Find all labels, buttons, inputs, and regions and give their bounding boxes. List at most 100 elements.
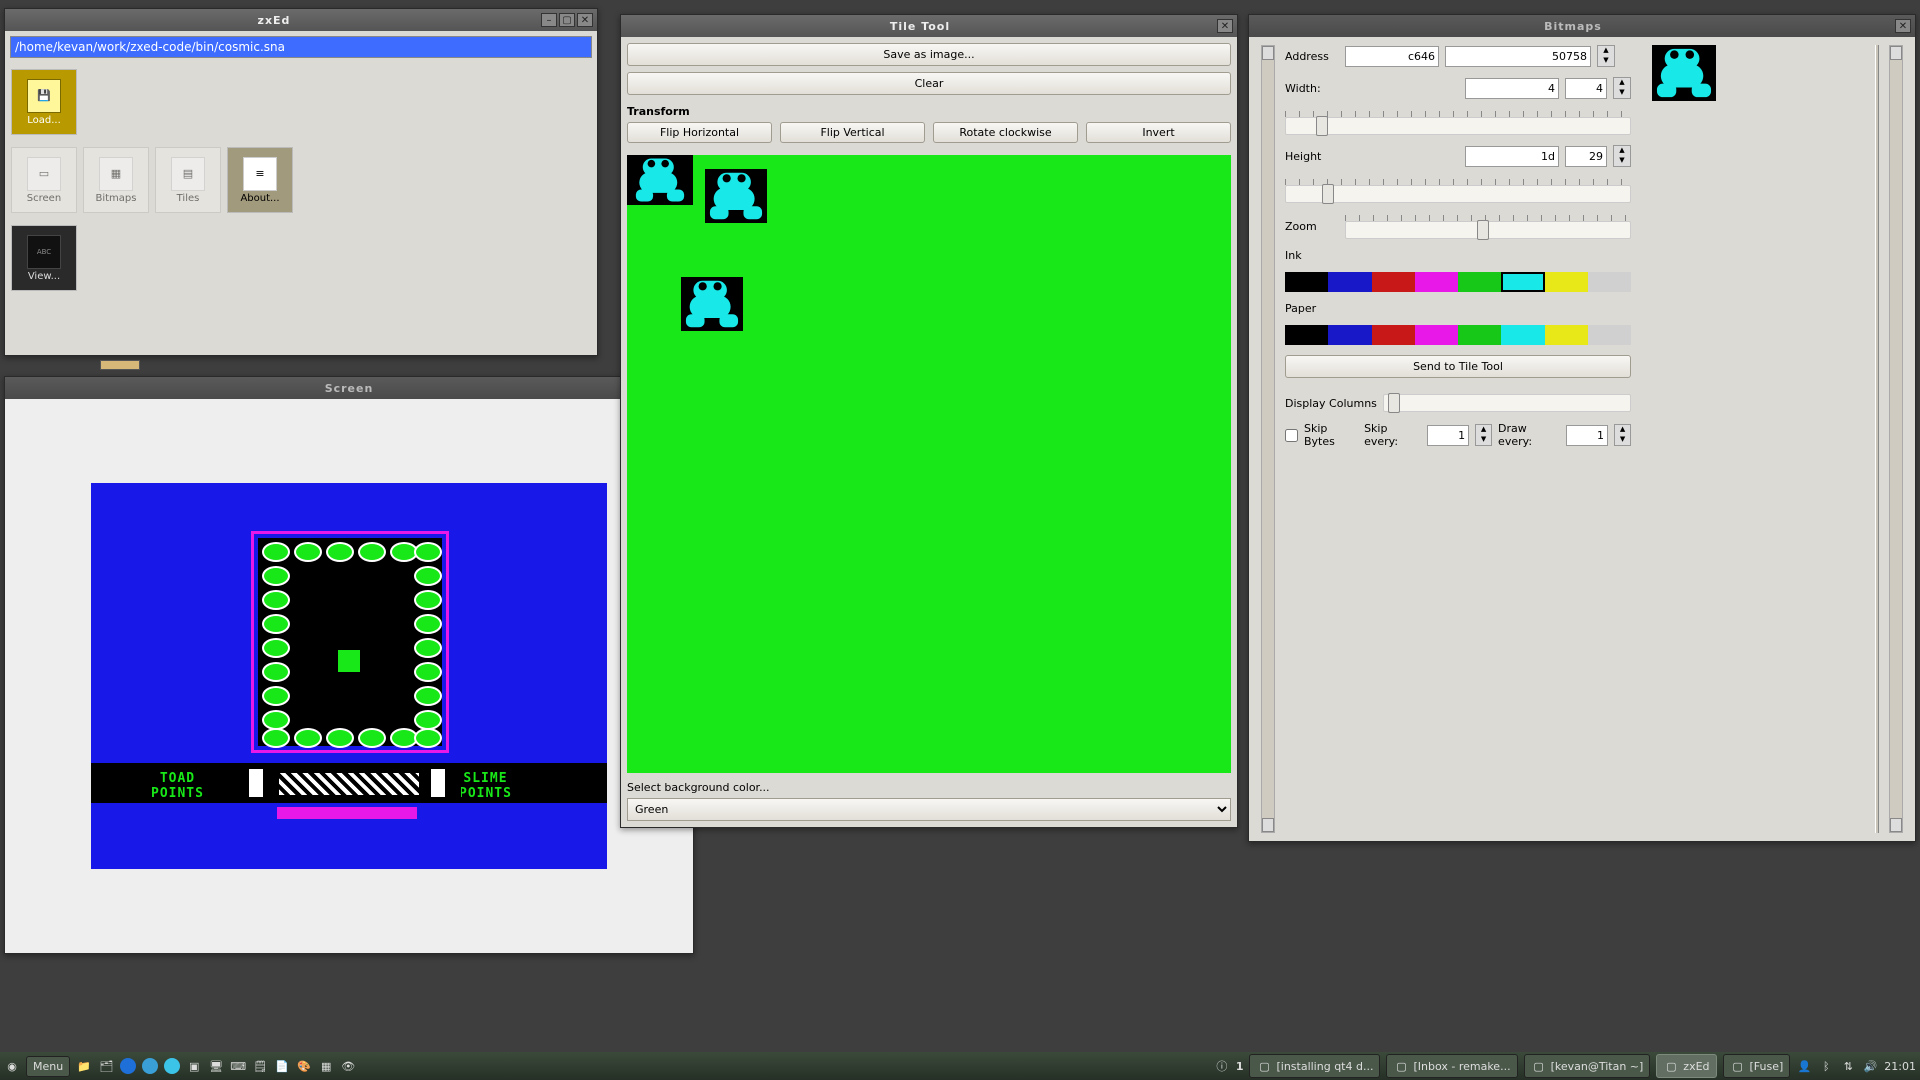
view-button[interactable]: ABCView... — [11, 225, 77, 291]
sprite-1[interactable] — [627, 155, 693, 205]
paper-swatch-magenta[interactable] — [1415, 325, 1458, 345]
bitmaps-right-scrollbar[interactable] — [1889, 45, 1903, 833]
address-dec-input[interactable] — [1445, 46, 1591, 67]
ink-swatch-red[interactable] — [1372, 272, 1415, 292]
taskbar-item[interactable]: ▢zxEd — [1656, 1054, 1716, 1078]
taskbar-item[interactable]: ▢[Fuse] — [1723, 1054, 1791, 1078]
flip-vertical-button[interactable]: Flip Vertical — [780, 122, 925, 143]
width-hex-input[interactable] — [1465, 78, 1559, 99]
taskbar-item[interactable]: ▢[installing qt4 d... — [1249, 1054, 1380, 1078]
ink-swatch-blue[interactable] — [1328, 272, 1371, 292]
paper-swatch-green[interactable] — [1458, 325, 1501, 345]
bitmaps-window: Bitmaps ✕ Address ▲▼ Width: ▲▼ Height — [1248, 14, 1916, 842]
menu-button[interactable]: Menu — [26, 1056, 70, 1077]
paper-swatch-black[interactable] — [1285, 325, 1328, 345]
window-icon: ▢ — [1256, 1058, 1272, 1074]
tray-vol-icon[interactable]: 🔊 — [1862, 1058, 1878, 1074]
ink-swatch-cyan[interactable] — [1501, 272, 1544, 292]
sprite-2[interactable] — [705, 169, 767, 223]
width-slider[interactable] — [1285, 117, 1631, 135]
send-to-tile-tool-button[interactable]: Send to Tile Tool — [1285, 355, 1631, 378]
save-as-image-button[interactable]: Save as image... — [627, 43, 1231, 66]
bitmaps-left-scrollbar[interactable] — [1261, 45, 1275, 833]
distro-icon[interactable]: ◉ — [4, 1058, 20, 1074]
ink-swatch-magenta[interactable] — [1415, 272, 1458, 292]
minimize-button[interactable]: – — [541, 13, 557, 27]
files-icon[interactable]: 📁 — [76, 1058, 92, 1074]
bitmaps-tool-button[interactable]: ▦Bitmaps — [83, 147, 149, 213]
tray-net-icon[interactable]: ⇅ — [1840, 1058, 1856, 1074]
file-path-input[interactable] — [10, 36, 592, 58]
bg-color-select[interactable]: Green — [627, 798, 1231, 821]
tile-close-button[interactable]: ✕ — [1217, 19, 1233, 33]
display-columns-slider[interactable] — [1383, 394, 1631, 412]
info-badge-icon[interactable]: ⓘ — [1214, 1058, 1230, 1074]
paper-swatch-blue[interactable] — [1328, 325, 1371, 345]
taskbar-item[interactable]: ▢[kevan@Titan ~] — [1524, 1054, 1651, 1078]
address-spinner[interactable]: ▲▼ — [1597, 45, 1615, 67]
height-slider[interactable] — [1285, 185, 1631, 203]
paint-icon[interactable]: 🎨 — [296, 1058, 312, 1074]
taskbar-item[interactable]: ▢[Inbox - remake... — [1386, 1054, 1517, 1078]
ink-swatch-white[interactable] — [1588, 272, 1631, 292]
load-button[interactable]: 💾Load... — [11, 69, 77, 135]
notes-icon[interactable]: 🗒 — [252, 1058, 268, 1074]
workspace-badge[interactable]: 1 — [1236, 1060, 1244, 1073]
paper-swatch-white[interactable] — [1588, 325, 1631, 345]
ink-swatch-yellow[interactable] — [1545, 272, 1588, 292]
clear-button[interactable]: Clear — [627, 72, 1231, 95]
hud-bar — [277, 807, 417, 819]
browser-icon[interactable] — [120, 1058, 136, 1074]
paper-swatch-yellow[interactable] — [1545, 325, 1588, 345]
ink-swatch-black[interactable] — [1285, 272, 1328, 292]
bitmaps-close-button[interactable]: ✕ — [1895, 19, 1911, 33]
ink-swatch-green[interactable] — [1458, 272, 1501, 292]
folder-icon[interactable]: 🗂 — [98, 1058, 114, 1074]
skip-every-spinner[interactable]: ▲▼ — [1475, 424, 1492, 446]
chat-icon[interactable] — [164, 1058, 180, 1074]
paper-swatch-cyan[interactable] — [1501, 325, 1544, 345]
rotate-clockwise-button[interactable]: Rotate clockwise — [933, 122, 1078, 143]
monitor-icon[interactable]: 🖥 — [208, 1058, 224, 1074]
height-dec-input[interactable] — [1565, 146, 1607, 167]
paper-label: Paper — [1285, 302, 1631, 315]
clock[interactable]: 21:01 — [1884, 1060, 1916, 1073]
tile-canvas[interactable] — [627, 155, 1231, 773]
skip-every-input[interactable] — [1427, 425, 1469, 446]
height-spinner[interactable]: ▲▼ — [1613, 145, 1631, 167]
width-dec-input[interactable] — [1565, 78, 1607, 99]
screen-titlebar[interactable]: Screen — [5, 377, 693, 399]
height-hex-input[interactable] — [1465, 146, 1559, 167]
maximize-button[interactable]: ▢ — [559, 13, 575, 27]
zoom-slider[interactable] — [1345, 221, 1631, 239]
zxed-titlebar[interactable]: zxEd – ▢ ✕ — [5, 9, 597, 31]
screen-viewport[interactable]: TOAD POINTS SLIME POINTS — [5, 399, 693, 953]
globe-icon[interactable] — [142, 1058, 158, 1074]
tiles-tool-button[interactable]: ▤Tiles — [155, 147, 221, 213]
code-icon[interactable]: ⌨ — [230, 1058, 246, 1074]
terminal-icon[interactable]: ▣ — [186, 1058, 202, 1074]
draw-every-spinner[interactable]: ▲▼ — [1614, 424, 1631, 446]
close-button[interactable]: ✕ — [577, 13, 593, 27]
screen-tool-button[interactable]: ▭Screen — [11, 147, 77, 213]
zxed-title: zxEd — [9, 14, 539, 27]
sprite-3[interactable] — [681, 277, 743, 331]
draw-every-input[interactable] — [1566, 425, 1608, 446]
skip-bytes-checkbox[interactable] — [1285, 429, 1298, 442]
tray-bt-icon[interactable]: ᛒ — [1818, 1058, 1834, 1074]
paper-swatch-red[interactable] — [1372, 325, 1415, 345]
grid-icon[interactable]: ▦ — [318, 1058, 334, 1074]
address-hex-input[interactable] — [1345, 46, 1439, 67]
width-spinner[interactable]: ▲▼ — [1613, 77, 1631, 99]
bitmaps-divider[interactable] — [1875, 45, 1879, 833]
invert-button[interactable]: Invert — [1086, 122, 1231, 143]
height-label: Height — [1285, 150, 1339, 163]
bitmaps-titlebar[interactable]: Bitmaps ✕ — [1249, 15, 1915, 37]
tile-titlebar[interactable]: Tile Tool ✕ — [621, 15, 1237, 37]
eye-icon[interactable]: 👁 — [340, 1058, 356, 1074]
tray-user-icon[interactable]: 👤 — [1796, 1058, 1812, 1074]
doc-icon[interactable]: 📄 — [274, 1058, 290, 1074]
about-button[interactable]: ≡About... — [227, 147, 293, 213]
bg-color-label: Select background color... — [627, 781, 1231, 794]
flip-horizontal-button[interactable]: Flip Horizontal — [627, 122, 772, 143]
